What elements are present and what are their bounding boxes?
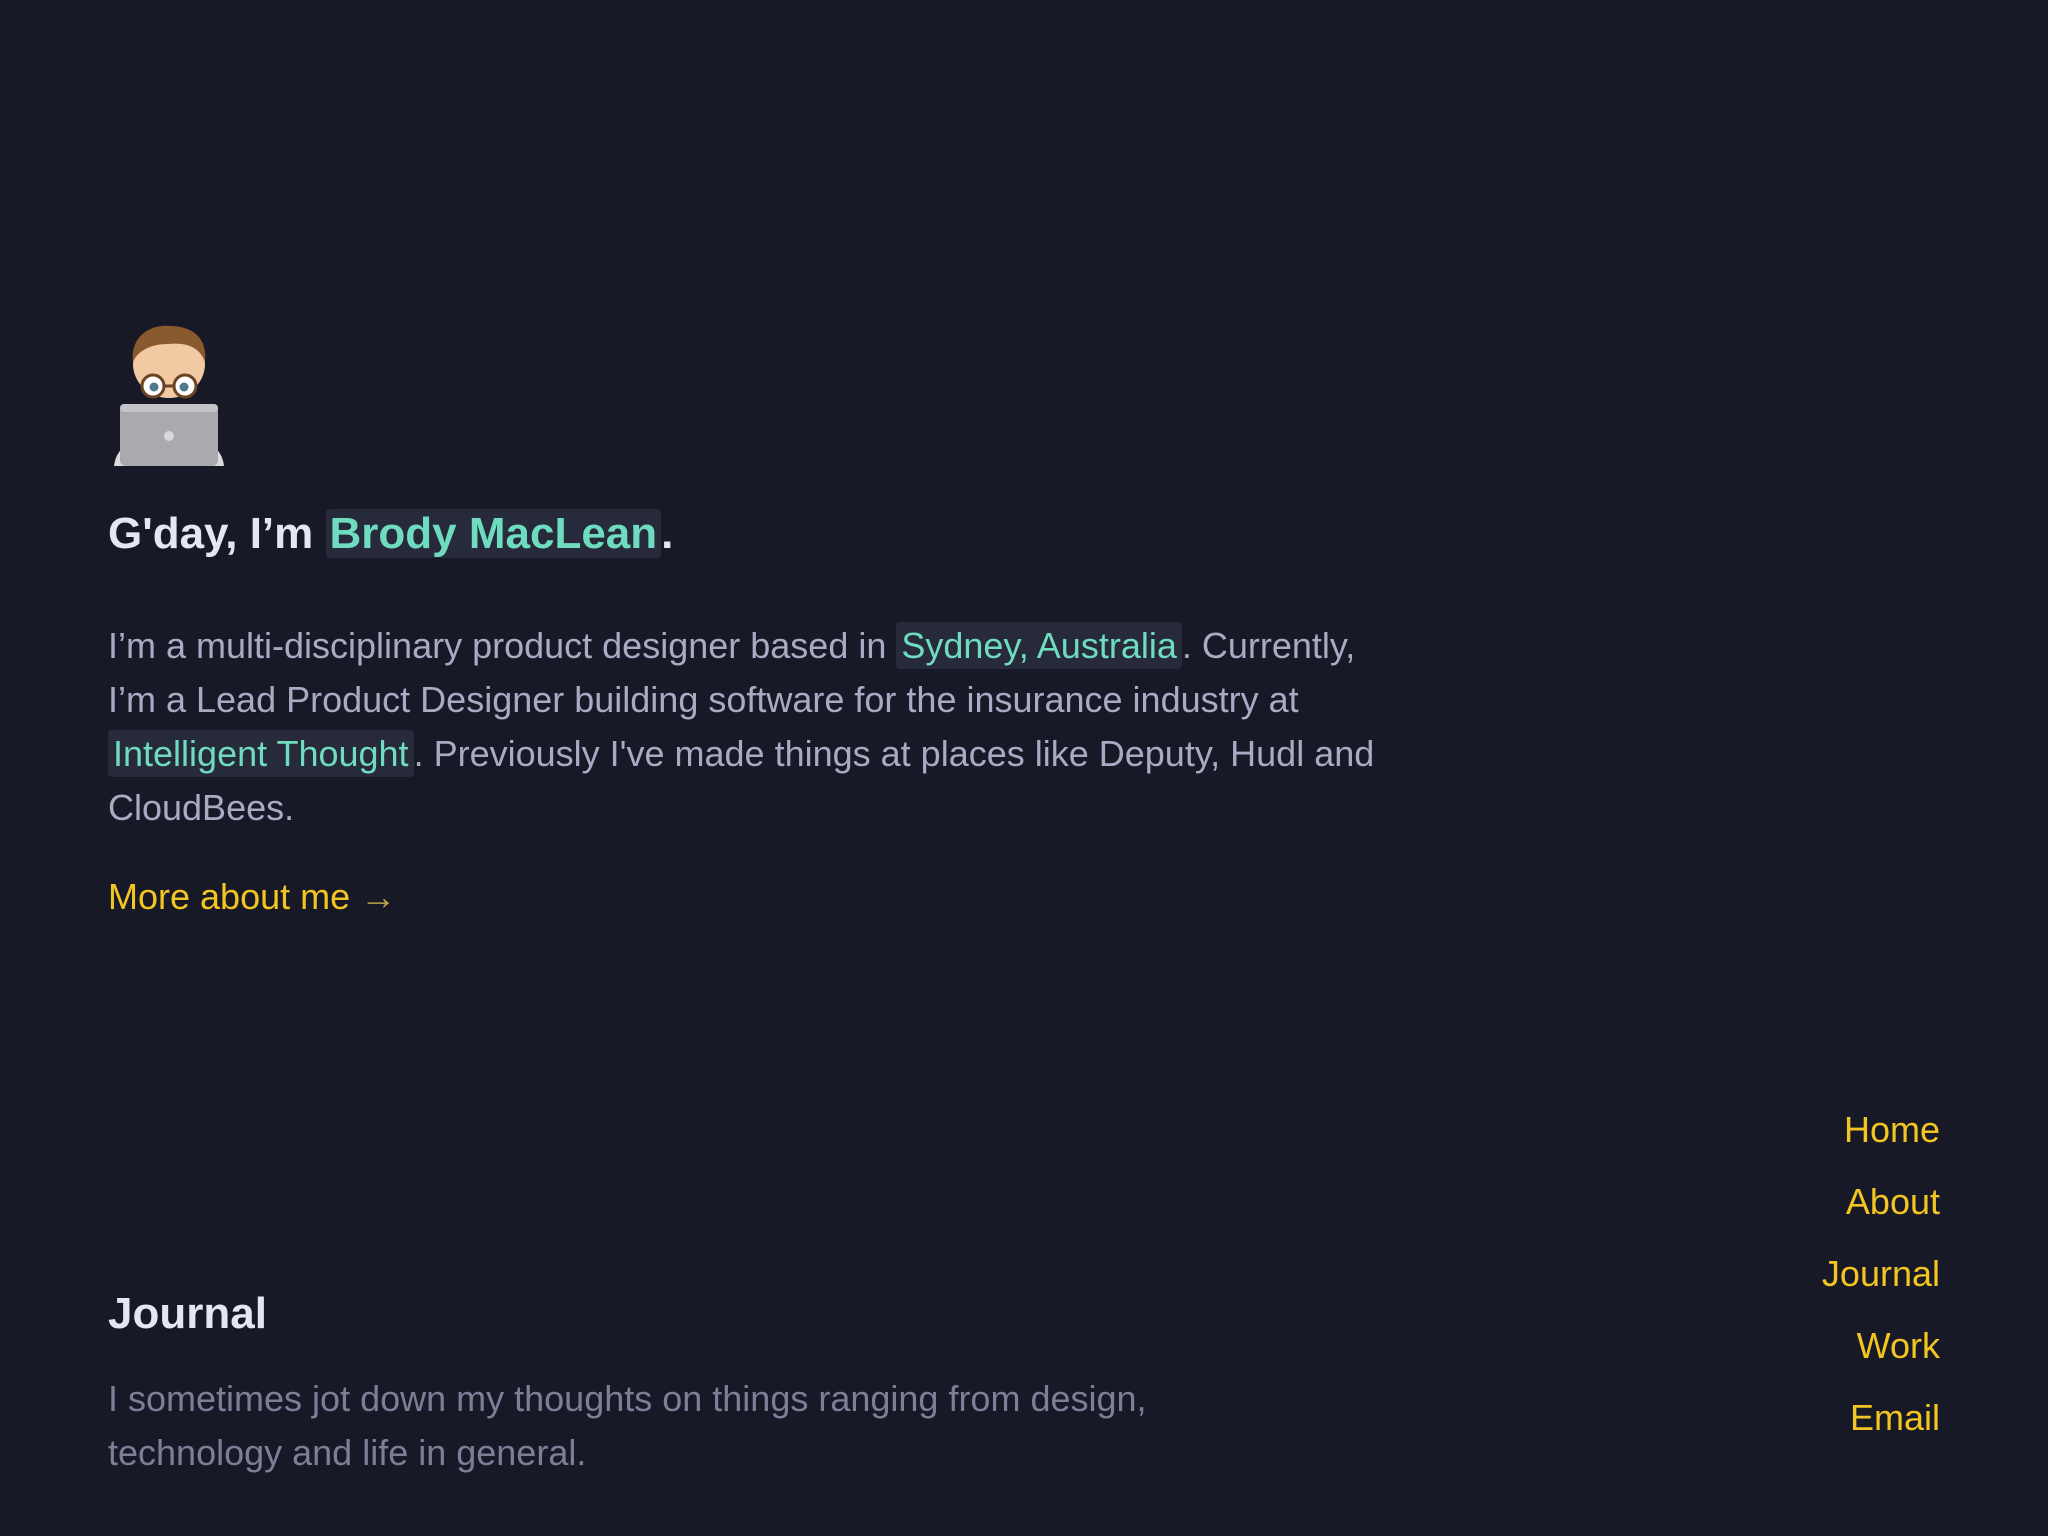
journal-description: I sometimes jot down my thoughts on thin… [108,1378,1147,1473]
journal-heading: Journal [108,1289,267,1338]
more-about-me-label: More about me [108,876,351,917]
arrow-right-icon: → [360,876,397,917]
nav-email-link[interactable]: Email [1822,1382,1940,1454]
memoji-laptop-icon [114,325,224,466]
intro-text-1: I’m a multi-disciplinary product designe… [108,625,897,666]
nav-about-link[interactable]: About [1822,1166,1940,1238]
greeting-prefix: G'day, I’m [108,509,326,558]
greeting-heading: G'day, I’m Brody MacLean. [108,504,673,564]
page: G'day, I’m Brody MacLean. I’m a multi-di… [0,0,2048,1536]
more-about-me-link[interactable]: More about me → [108,870,396,924]
nav-home-link[interactable]: Home [1822,1094,1940,1166]
nav-work-link[interactable]: Work [1822,1310,1940,1382]
name-highlight: Brody MacLean [325,509,662,558]
site-nav: Home About Journal Work Email [1822,1094,1940,1454]
company-highlight: Intelligent Thought [108,730,414,777]
location-highlight: Sydney, Australia [896,622,1182,669]
intro-paragraph: I’m a multi-disciplinary product designe… [108,619,1398,835]
greeting-suffix: . [661,509,674,558]
nav-journal-link[interactable]: Journal [1822,1238,1940,1310]
